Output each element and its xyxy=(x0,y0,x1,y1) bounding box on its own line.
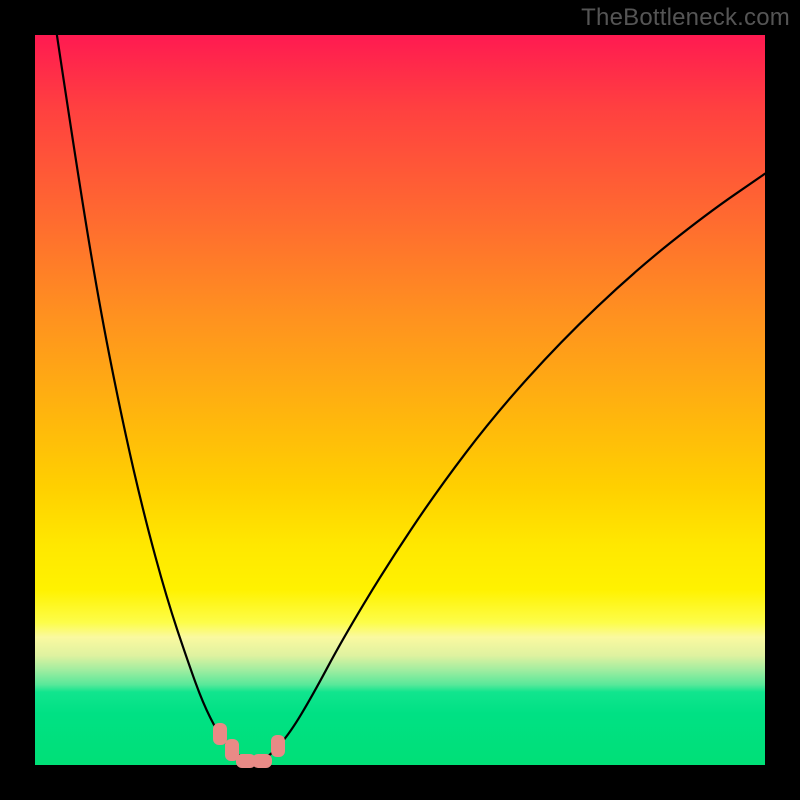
chart-frame: TheBottleneck.com xyxy=(0,0,800,800)
bead-bottom-right xyxy=(252,754,272,768)
bottleneck-curve xyxy=(35,35,765,765)
bead-right xyxy=(271,735,285,757)
curve-path xyxy=(57,35,765,760)
attribution-text: TheBottleneck.com xyxy=(581,4,790,32)
plot-area xyxy=(35,35,765,765)
